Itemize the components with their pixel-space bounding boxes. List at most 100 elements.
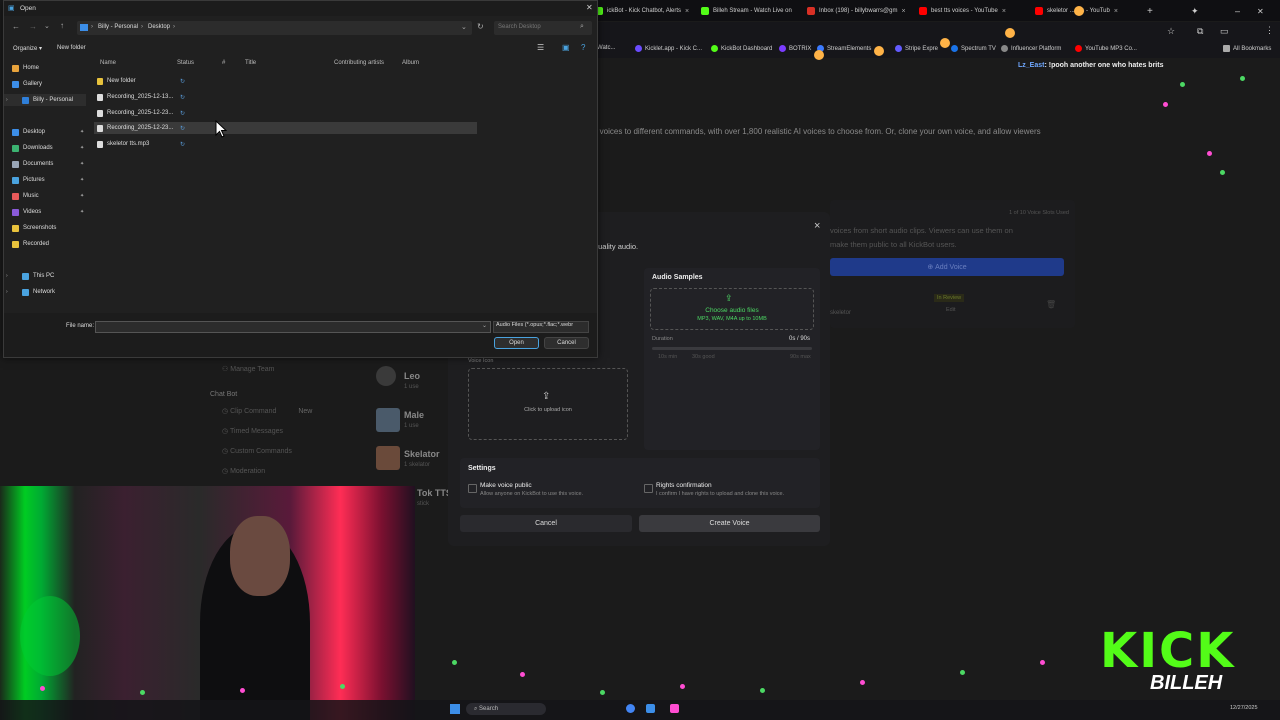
bookmark-item[interactable]: Stripe Expre — [895, 45, 938, 52]
sidebar-item-gallery[interactable]: Gallery — [12, 78, 42, 90]
star-icon[interactable]: ☆ — [1167, 26, 1175, 37]
close-tab-icon[interactable]: × — [1114, 8, 1118, 15]
search-input[interactable]: Search Desktop ⌕ — [494, 21, 592, 35]
column-header-album[interactable]: Album — [402, 60, 419, 66]
start-icon[interactable] — [450, 704, 460, 714]
sidebar-label: Screenshots — [23, 225, 57, 231]
refresh-icon[interactable]: ↻ — [477, 22, 484, 31]
recent-dropdown-icon[interactable]: ⌄ — [44, 22, 50, 30]
nav-timed-messages[interactable]: ◷ Timed Messages — [222, 427, 283, 435]
extensions-icon[interactable]: ⧉ — [1197, 26, 1203, 37]
open-button[interactable]: Open — [494, 337, 539, 349]
videos-icon — [12, 208, 19, 216]
spectrum-icon — [951, 45, 958, 52]
bookmark-item[interactable]: Watc... — [597, 45, 615, 51]
sidebar-item-network[interactable]: › Network — [6, 286, 55, 298]
close-tab-icon[interactable]: × — [1002, 8, 1006, 15]
chevron-down-icon[interactable]: ⌄ — [482, 322, 487, 329]
view-options-icon[interactable]: ☰ — [537, 43, 544, 52]
cancel-button[interactable]: Cancel — [544, 337, 589, 349]
app-icon[interactable] — [646, 704, 655, 713]
close-dialog-icon[interactable]: ✕ — [586, 3, 593, 12]
menu-icon[interactable]: ⋮ — [1265, 25, 1274, 36]
edit-link[interactable]: Edit — [946, 307, 955, 313]
column-header-name[interactable]: Name — [100, 60, 116, 66]
new-tab-button[interactable]: + — [1147, 3, 1159, 19]
sidebar-label: Pictures — [23, 177, 45, 183]
sidebar-item-music[interactable]: Music ✦ — [12, 190, 84, 202]
bookmark-item[interactable]: YouTube MP3 Co... — [1075, 45, 1137, 52]
chevron-down-icon[interactable]: ⌄ — [461, 23, 467, 31]
sidebar-item-documents[interactable]: Documents ✦ — [12, 158, 84, 170]
bookmark-item[interactable]: BOTRIX — [779, 45, 811, 52]
profile-icon[interactable]: ✦ — [1191, 3, 1203, 19]
bookmark-item[interactable]: Influencer Platform — [1001, 45, 1061, 52]
close-modal-icon[interactable]: × — [814, 220, 820, 232]
file-row-hovered[interactable]: Recording_2025-12-23... ↻ — [94, 122, 477, 134]
make-public-checkbox[interactable] — [468, 484, 477, 493]
breadcrumb-item[interactable]: Desktop — [148, 24, 170, 30]
bookmark-item[interactable]: All Bookmarks — [1223, 45, 1271, 52]
sidebar-label: Billy - Personal — [33, 97, 74, 103]
browser-tab-youtube-skeletor[interactable]: skeletor ...nes - YouTub × — [1035, 3, 1135, 19]
rights-checkbox[interactable] — [644, 484, 653, 493]
file-row[interactable]: Recording_2025-12-13... ↻ — [94, 91, 477, 103]
sidebar-item-onedrive[interactable]: › Billy - Personal — [4, 94, 86, 106]
minimize-icon[interactable]: – — [1235, 3, 1247, 19]
sidebar-label: Gallery — [23, 81, 43, 87]
voice-icon-upload[interactable]: ⇪ Click to upload icon — [468, 368, 628, 440]
sidebar-item-this-pc[interactable]: › This PC — [6, 270, 54, 282]
preview-pane-icon[interactable]: ▣ — [562, 43, 570, 52]
bookmark-item[interactable]: Kicklet.app - Kick C... — [635, 45, 702, 52]
forward-icon[interactable]: → — [29, 22, 37, 31]
nav-moderation[interactable]: ◷ Moderation — [222, 467, 265, 475]
sidebar-item-desktop[interactable]: Desktop ✦ — [12, 126, 84, 138]
choose-audio-dropzone[interactable]: ⇪ Choose audio files MP3, WAV, M4A up to… — [650, 288, 814, 330]
column-header-number[interactable]: # — [222, 60, 225, 66]
chrome-icon[interactable] — [626, 704, 635, 713]
nav-clip-command[interactable]: ◷ Clip Command New — [222, 407, 312, 415]
browser-tab-billeh-stream[interactable]: Billeh Stream - Watch Live on× — [701, 3, 796, 19]
organize-button[interactable]: Organize ▾ — [13, 45, 42, 52]
column-header-title[interactable]: Title — [245, 60, 256, 66]
close-window-icon[interactable]: ✕ — [1257, 3, 1269, 19]
trash-icon[interactable]: 🗑 — [1046, 300, 1056, 309]
file-row[interactable]: New folder ↻ — [94, 75, 477, 87]
column-header-status[interactable]: Status — [177, 60, 194, 66]
nav-manage-team[interactable]: ⚇ Manage Team — [222, 365, 274, 373]
browser-tab-kickbot[interactable]: ickBot - Kick Chatbot, Alerts × — [595, 3, 690, 19]
breadcrumb-item[interactable]: Billy - Personal — [98, 24, 138, 30]
chat-message-text: !pooh another one who hates brits — [1048, 62, 1164, 69]
file-type-select[interactable]: Audio Files (*.opus;*.flac;*.webr — [493, 321, 589, 333]
sidebar-item-videos[interactable]: Videos ✦ — [12, 206, 84, 218]
close-tab-icon[interactable]: × — [685, 8, 689, 15]
file-row[interactable]: skeletor tts.mp3 ↻ — [94, 138, 477, 150]
cast-icon[interactable]: ▭ — [1220, 26, 1229, 37]
help-icon[interactable]: ? — [581, 43, 585, 52]
new-folder-button[interactable]: New folder — [57, 45, 86, 51]
sidebar-item-home[interactable]: Home — [12, 62, 39, 74]
file-name-input[interactable] — [95, 321, 491, 333]
bookmark-item[interactable]: KickBot Dashboard — [711, 45, 772, 52]
sidebar-item-screenshots[interactable]: Screenshots — [12, 222, 56, 234]
sidebar-item-pictures[interactable]: Pictures ✦ — [12, 174, 84, 186]
bookmark-item[interactable]: StreamElements — [817, 45, 871, 52]
column-header-artists[interactable]: Contributing artists — [334, 60, 384, 66]
taskbar-search[interactable]: ⌕ Search — [466, 703, 546, 715]
back-icon[interactable]: ← — [12, 22, 20, 31]
modal-cancel-button[interactable]: Cancel — [460, 515, 632, 532]
sidebar-item-downloads[interactable]: Downloads ✦ — [12, 142, 84, 154]
add-voice-button[interactable]: ⊕ Add Voice — [830, 258, 1064, 276]
browser-tab-inbox[interactable]: Inbox (198) - billybwarrs@gm × — [807, 3, 907, 19]
search-label: Search — [479, 706, 499, 712]
close-tab-icon[interactable]: × — [901, 8, 905, 15]
nav-custom-commands[interactable]: ◷ Custom Commands — [222, 447, 292, 455]
browser-tab-youtube-tts[interactable]: best tts voices - YouTube × — [919, 3, 1019, 19]
create-voice-button[interactable]: Create Voice — [639, 515, 820, 532]
sidebar-item-recorded[interactable]: Recorded — [12, 238, 49, 250]
up-icon[interactable]: ↑ — [60, 21, 64, 30]
app-icon[interactable] — [670, 704, 679, 713]
bookmark-item[interactable]: Spectrum TV — [951, 45, 996, 52]
path-breadcrumb[interactable]: › Billy - Personal › Desktop › ⌄ — [77, 21, 472, 35]
file-row[interactable]: Recording_2025-12-23... ↻ — [94, 107, 477, 119]
